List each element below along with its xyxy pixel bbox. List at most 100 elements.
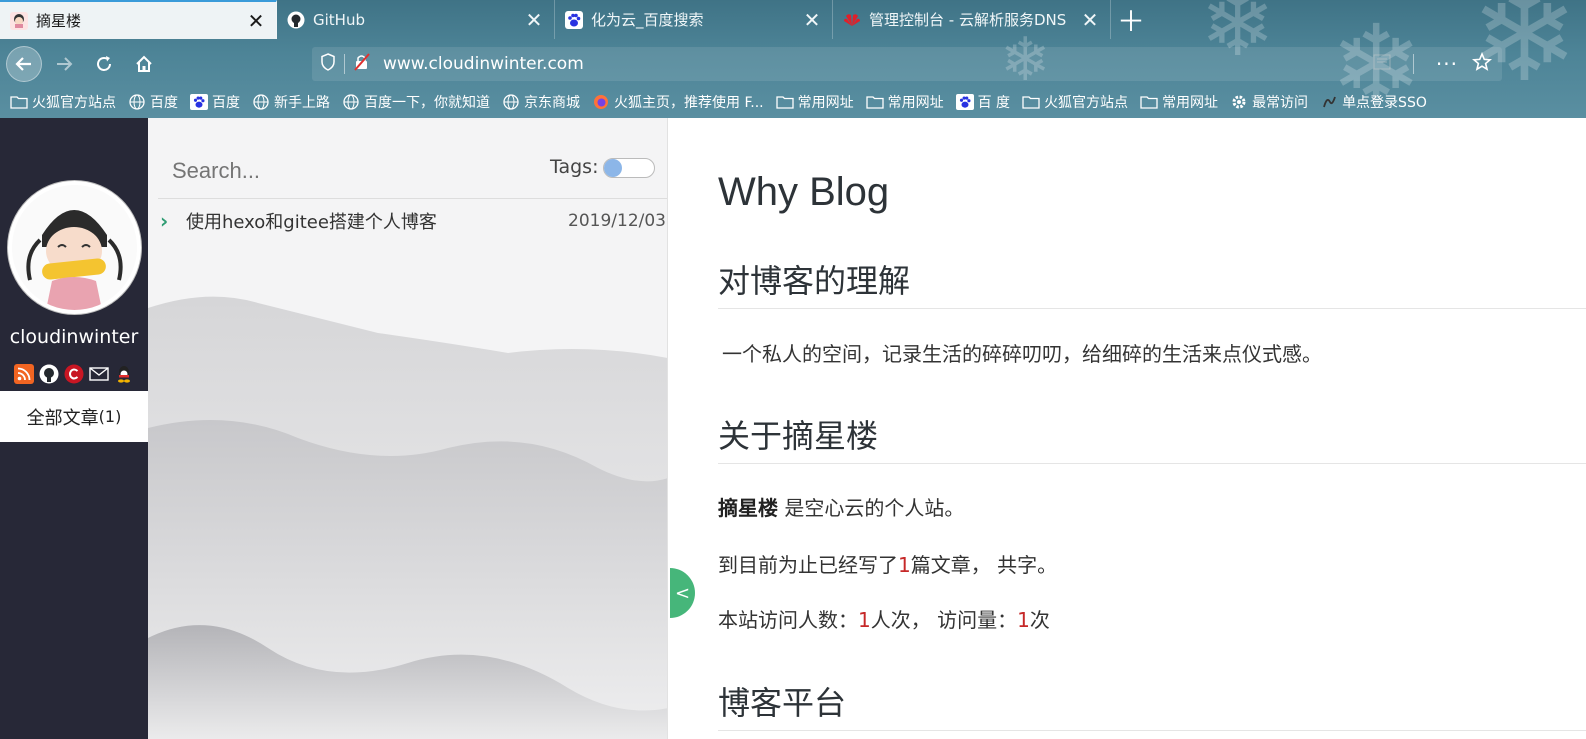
list-item[interactable]: › 使用hexo和gitee搭建个人博客 2019/12/03 bbox=[160, 208, 666, 234]
bookmark-item[interactable]: 京东商城 bbox=[502, 92, 580, 112]
arrow-left-icon bbox=[15, 57, 31, 71]
bookmark-item[interactable]: 百 度 bbox=[955, 92, 1010, 112]
section-heading: 关于摘星楼 bbox=[718, 411, 1586, 464]
collapse-sidebar-button[interactable]: < bbox=[670, 568, 695, 618]
mail-icon[interactable] bbox=[89, 364, 109, 384]
chevron-right-icon: › bbox=[160, 209, 169, 233]
divider bbox=[158, 198, 667, 199]
close-icon[interactable]: ✕ bbox=[1080, 8, 1100, 32]
csdn-icon[interactable] bbox=[64, 364, 84, 384]
huawei-icon bbox=[843, 11, 861, 29]
avatar-favicon-icon bbox=[10, 11, 28, 30]
toggle-knob bbox=[604, 159, 622, 177]
qq-icon[interactable] bbox=[114, 364, 134, 384]
baidu-paw-icon bbox=[955, 94, 974, 110]
bookmark-item[interactable]: 常用网址 bbox=[1140, 92, 1218, 112]
gear-icon bbox=[1230, 94, 1248, 110]
forward-button[interactable] bbox=[46, 46, 82, 82]
paragraph: 摘星楼 是空心云的个人站。 bbox=[718, 496, 965, 520]
bookmark-item[interactable]: 百度 bbox=[128, 92, 178, 112]
tab-zhaixinglou[interactable]: 摘星楼 ✕ bbox=[0, 0, 277, 39]
bookmark-item[interactable]: 单点登录SSO bbox=[1320, 92, 1427, 112]
close-icon[interactable]: ✕ bbox=[524, 8, 544, 32]
github-icon bbox=[287, 11, 305, 29]
close-icon[interactable]: ✕ bbox=[802, 8, 822, 32]
post-stats: 到目前为止已经写了1篇文章， 共字。 bbox=[718, 553, 1058, 577]
search-input[interactable] bbox=[172, 158, 512, 184]
bookmark-item[interactable]: 常用网址 bbox=[775, 92, 854, 112]
bookmark-item[interactable]: 新手上路 bbox=[252, 92, 330, 112]
sso-icon bbox=[1320, 94, 1338, 110]
visitor-count: 1 bbox=[858, 608, 871, 632]
back-button[interactable] bbox=[6, 46, 42, 82]
tab-baidu-search[interactable]: 化为云_百度搜索 ✕ bbox=[555, 0, 833, 39]
more-actions-icon[interactable]: ··· bbox=[1436, 52, 1458, 76]
section-heading: 博客平台 bbox=[718, 678, 1586, 731]
reader-mode-icon[interactable] bbox=[1373, 54, 1391, 75]
globe-icon bbox=[502, 94, 520, 110]
bookmark-item[interactable]: 火狐官方站点 bbox=[10, 92, 116, 112]
reload-button[interactable] bbox=[86, 46, 122, 82]
bookmarks-toolbar: 火狐官方站点 百度 百度 新手上路 百度一下，你就知道 京东商城 火狐主页，推荐… bbox=[0, 88, 1586, 116]
bookmark-item[interactable]: 百度一下，你就知道 bbox=[342, 92, 490, 112]
home-icon bbox=[136, 55, 152, 72]
folder-icon bbox=[775, 94, 794, 110]
all-posts-count: (1) bbox=[98, 407, 122, 426]
browser-chrome: ❄ ❄ ❄ ❄ 摘星楼 ✕ GitHub ✕ 化为云_百度搜索 ✕ 管理控制台 … bbox=[0, 0, 1586, 118]
bookmark-item[interactable]: 火狐主页，推荐使用 F... bbox=[592, 92, 764, 112]
all-posts-label: 全部文章 bbox=[26, 407, 99, 429]
shield-icon[interactable] bbox=[320, 52, 336, 76]
tab-label: 管理控制台 - 云解析服务DNS bbox=[869, 11, 1067, 29]
address-bar[interactable]: www.cloudinwinter.com ··· bbox=[312, 47, 1502, 81]
avatar[interactable] bbox=[8, 181, 141, 314]
globe-icon bbox=[252, 94, 270, 110]
folder-icon bbox=[1022, 94, 1040, 110]
close-icon[interactable]: ✕ bbox=[246, 9, 266, 33]
new-tab-button[interactable]: ＋ bbox=[1111, 0, 1151, 39]
all-posts-link[interactable]: 全部文章 (1) bbox=[0, 391, 148, 442]
paragraph: 一个私人的空间，记录生活的碎碎叨叨，给细碎的生活来点仪式感。 bbox=[722, 342, 1322, 366]
visit-stats: 本站访问人数：1人次， 访问量：1次 bbox=[718, 608, 1050, 632]
globe-icon bbox=[128, 94, 146, 110]
article: Why Blog 对博客的理解 一个私人的空间，记录生活的碎碎叨叨，给细碎的生活… bbox=[718, 118, 1586, 739]
bookmark-item[interactable]: 百度 bbox=[190, 92, 240, 112]
baidu-paw-icon bbox=[190, 94, 208, 110]
site-name: 摘星楼 bbox=[718, 496, 778, 520]
post-date: 2019/12/03 bbox=[568, 211, 666, 231]
tab-bar: 摘星楼 ✕ GitHub ✕ 化为云_百度搜索 ✕ 管理控制台 - 云解析服务D… bbox=[0, 0, 1586, 39]
nav-toolbar: www.cloudinwinter.com ··· bbox=[0, 40, 1586, 88]
post-list-pane: Tags: › 使用hexo和gitee搭建个人博客 2019/12/03 bbox=[148, 118, 668, 739]
blog-sidebar: cloudinwinter 全部文章 (1) bbox=[0, 118, 148, 739]
post-count: 1 bbox=[898, 553, 911, 577]
tab-label: 化为云_百度搜索 bbox=[591, 11, 704, 29]
tags-toggle[interactable] bbox=[603, 158, 655, 178]
tab-label: 摘星楼 bbox=[36, 12, 82, 30]
globe-icon bbox=[342, 94, 360, 110]
home-button[interactable] bbox=[126, 46, 162, 82]
arrow-right-icon bbox=[57, 57, 73, 71]
rss-icon[interactable] bbox=[14, 364, 34, 384]
view-count: 1 bbox=[1017, 608, 1030, 632]
article-title: Why Blog bbox=[718, 170, 890, 214]
firefox-icon bbox=[592, 94, 610, 110]
url-text[interactable]: www.cloudinwinter.com bbox=[383, 54, 584, 74]
bookmark-item[interactable]: 常用网址 bbox=[865, 92, 944, 112]
username: cloudinwinter bbox=[9, 326, 139, 348]
insecure-lock-icon[interactable] bbox=[353, 52, 371, 76]
tab-dns-console[interactable]: 管理控制台 - 云解析服务DNS ✕ bbox=[833, 0, 1111, 39]
social-links bbox=[14, 364, 134, 384]
star-icon[interactable] bbox=[1471, 51, 1493, 77]
folder-icon bbox=[1140, 94, 1158, 110]
bookmark-item[interactable]: 最常访问 bbox=[1230, 92, 1308, 112]
bookmark-item[interactable]: 火狐官方站点 bbox=[1022, 92, 1128, 112]
tab-github[interactable]: GitHub ✕ bbox=[277, 0, 555, 39]
tags-label: Tags: bbox=[550, 156, 599, 178]
baidu-paw-icon bbox=[565, 10, 583, 29]
tab-label: GitHub bbox=[313, 10, 365, 29]
github-icon[interactable] bbox=[39, 364, 59, 384]
reload-icon bbox=[97, 56, 111, 71]
section-heading: 对博客的理解 bbox=[718, 256, 1586, 309]
folder-icon bbox=[865, 94, 884, 110]
folder-icon bbox=[10, 94, 28, 110]
post-title[interactable]: 使用hexo和gitee搭建个人博客 bbox=[186, 208, 568, 234]
